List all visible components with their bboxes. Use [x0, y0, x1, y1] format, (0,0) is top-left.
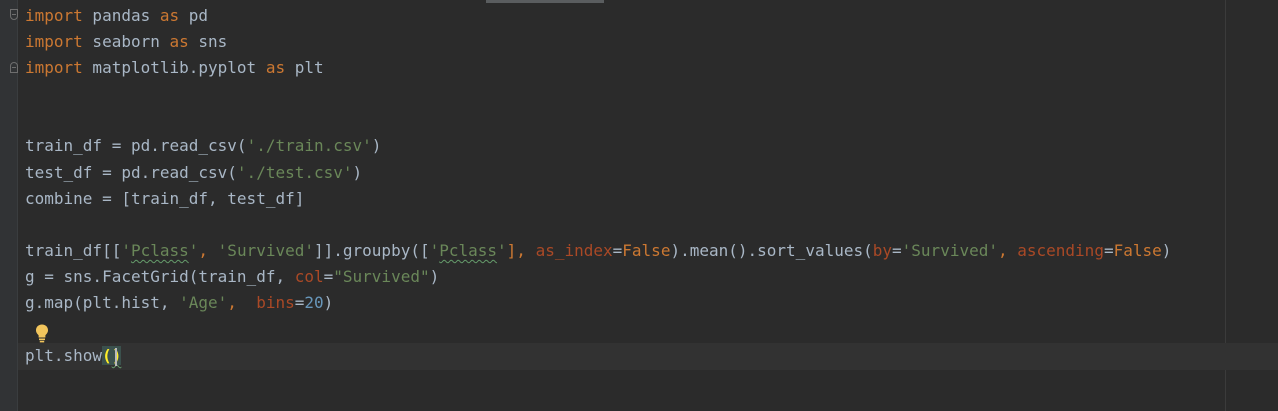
code-token: ) [371, 136, 382, 155]
code-token: False [1113, 241, 1162, 260]
code-token: seaborn [82, 32, 170, 51]
code-token: pandas [82, 6, 160, 25]
code-token: ).mean().sort_values( [670, 241, 873, 260]
code-token: as [265, 58, 286, 77]
code-token: as [159, 6, 180, 25]
code-token: col [294, 267, 324, 286]
code-token: False [622, 241, 671, 260]
code-token: Pclass [439, 241, 498, 260]
code-token: as [169, 32, 189, 51]
code-line[interactable]: g.map(plt.hist, 'Age', bins=20) [25, 290, 333, 316]
editor-gutter[interactable] [0, 0, 18, 411]
code-token: ) [1161, 241, 1172, 260]
code-token: import [25, 58, 83, 77]
code-token: './test.csv' [236, 163, 353, 182]
code-token: = [323, 267, 334, 286]
code-editor[interactable]: import pandas as pd import seaborn as sns… [0, 0, 1278, 411]
code-token: train_df[[ [25, 241, 122, 260]
code-token: as_index [535, 241, 613, 260]
code-line[interactable]: test_df = pd.read_csv('./test.csv') [25, 160, 362, 186]
code-line[interactable]: combine = [train_df, test_df] [25, 186, 304, 212]
code-token: plt.show [25, 346, 103, 365]
code-token: train_df = pd.read_csv( [25, 136, 247, 155]
code-token: ) [323, 293, 334, 312]
code-token: ' [429, 241, 440, 260]
code-token: './train.csv' [246, 136, 372, 155]
code-token: , [997, 241, 1018, 260]
code-token: , [227, 293, 257, 312]
code-token: import [25, 32, 83, 51]
code-token: ) [352, 163, 363, 182]
code-line[interactable]: plt.show() [25, 343, 122, 369]
code-token: "Survived" [333, 267, 430, 286]
code-token: = [892, 241, 902, 260]
code-token: test_df = pd.read_csv( [25, 163, 237, 182]
code-token: ' [497, 241, 507, 260]
fold-start-icon[interactable] [10, 9, 18, 20]
code-token: = [294, 293, 305, 312]
code-token: combine = [train_df, test_df] [25, 189, 305, 208]
code-token: ' [121, 241, 131, 260]
code-line[interactable]: train_df = pd.read_csv('./train.csv') [25, 133, 381, 159]
code-line[interactable]: import seaborn as sns [25, 29, 227, 55]
code-token: g.map(plt.hist, [25, 293, 180, 312]
code-token: matplotlib.pyplot [82, 58, 266, 77]
text-caret [115, 348, 117, 366]
code-token: = [1103, 241, 1114, 260]
code-token: 'Survived' [901, 241, 998, 260]
code-token: ], [506, 241, 536, 260]
code-token: sns [188, 32, 228, 51]
code-token: 'Age' [179, 293, 228, 312]
code-token: ) [429, 267, 440, 286]
code-token: pd [179, 6, 209, 25]
code-token: , [198, 241, 218, 260]
code-token: ( [102, 346, 112, 365]
code-token: bins [256, 293, 295, 312]
fold-end-icon[interactable] [10, 62, 18, 73]
code-token: plt [285, 58, 324, 77]
code-token: 'Survived' [217, 241, 314, 260]
code-token: Pclass [130, 241, 189, 260]
code-token: ascending [1017, 241, 1104, 260]
code-line[interactable]: import pandas as pd [25, 3, 208, 29]
code-token: import [25, 6, 83, 25]
code-token: ]].groupby([ [314, 241, 430, 260]
code-line[interactable]: g = sns.FacetGrid(train_df, col="Survive… [25, 264, 439, 290]
code-token: = [612, 241, 623, 260]
code-token: g = sns.FacetGrid(train_df, [25, 267, 295, 286]
code-token: by [872, 241, 893, 260]
lightbulb-icon[interactable] [34, 323, 50, 343]
code-token: 20 [304, 293, 324, 312]
current-line-highlight [18, 343, 1278, 370]
code-line[interactable]: import matplotlib.pyplot as plt [25, 55, 324, 81]
code-token: ' [188, 241, 199, 260]
code-line[interactable]: train_df[['Pclass', 'Survived']].groupby… [25, 238, 1171, 264]
horizontal-scrollbar-thumb[interactable] [486, 0, 604, 3]
